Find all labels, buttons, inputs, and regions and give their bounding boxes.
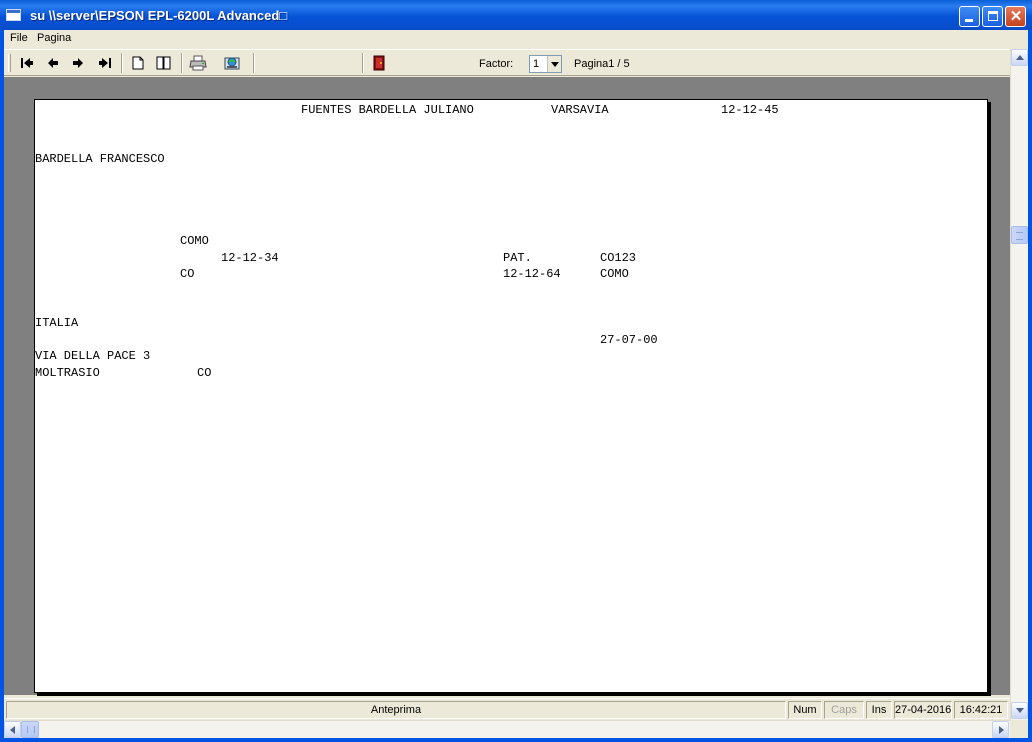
country: ITALIA bbox=[35, 316, 79, 330]
document-page: FUENTES BARDELLA JULIANO VARSAVIA 12-12-… bbox=[34, 99, 988, 693]
first-page-button[interactable] bbox=[16, 53, 38, 73]
factor-value: 1 bbox=[533, 58, 540, 70]
pat-code: CO123 bbox=[600, 251, 637, 265]
status-caps: Caps bbox=[824, 701, 864, 719]
header-city: VARSAVIA bbox=[551, 103, 609, 117]
status-time: 16:42:21 bbox=[954, 701, 1008, 719]
birth-city: COMO bbox=[180, 234, 209, 248]
menu-pagina[interactable]: Pagina bbox=[37, 32, 71, 44]
status-date: 27-04-2016 bbox=[894, 701, 952, 719]
client-area: File Pagina Factor: 1 Pagina1 / 5 FUENTE… bbox=[4, 30, 1028, 738]
previous-page-button[interactable] bbox=[42, 53, 64, 73]
toolbar-separator bbox=[121, 53, 123, 73]
issue-date: 12-12-64 bbox=[503, 267, 561, 281]
window-title: su \\server\EPSON EPL-6200L Advanced□ bbox=[30, 8, 288, 23]
status-mode: Anteprima bbox=[6, 701, 786, 719]
scroll-down-button[interactable] bbox=[1011, 702, 1028, 719]
province: CO bbox=[180, 267, 195, 281]
vertical-scrollbar[interactable] bbox=[1010, 49, 1028, 720]
chevron-down-icon[interactable] bbox=[547, 56, 561, 72]
title-bar[interactable]: su \\server\EPSON EPL-6200L Advanced□ ✕ bbox=[0, 0, 1032, 30]
issue-city: COMO bbox=[600, 267, 629, 281]
two-pages-icon bbox=[156, 56, 171, 70]
factor-dropdown[interactable]: 1 bbox=[529, 55, 562, 73]
menu-bar: File Pagina bbox=[4, 30, 1028, 48]
horizontal-scroll-thumb[interactable] bbox=[21, 721, 39, 738]
menu-file[interactable]: File bbox=[10, 32, 28, 44]
factor-label: Factor: bbox=[479, 58, 514, 70]
first-page-icon bbox=[21, 58, 33, 68]
scroll-right-button[interactable] bbox=[992, 721, 1009, 738]
header-date: 12-12-45 bbox=[721, 103, 779, 117]
father-name: BARDELLA FRANCESCO bbox=[35, 152, 165, 166]
vertical-scroll-thumb[interactable] bbox=[1011, 226, 1028, 244]
birth-date: 12-12-34 bbox=[221, 251, 279, 265]
close-button[interactable]: ✕ bbox=[1005, 6, 1026, 27]
next-page-button[interactable] bbox=[67, 53, 89, 73]
horizontal-scrollbar[interactable] bbox=[4, 720, 1010, 738]
address: VIA DELLA PACE 3 bbox=[35, 349, 151, 363]
two-pages-button[interactable] bbox=[153, 53, 175, 73]
close-icon: ✕ bbox=[1009, 8, 1023, 25]
expiry-date: 27-07-00 bbox=[600, 333, 658, 347]
town-province: CO bbox=[197, 366, 212, 380]
status-ins: Ins bbox=[866, 701, 892, 719]
maximize-icon bbox=[988, 11, 998, 21]
scroll-left-button[interactable] bbox=[4, 721, 21, 738]
maximize-button[interactable] bbox=[982, 6, 1003, 27]
last-page-icon bbox=[99, 58, 111, 68]
header-name: FUENTES BARDELLA JULIANO bbox=[301, 103, 474, 117]
scrollbar-corner bbox=[1010, 720, 1028, 738]
toolbar: Factor: 1 Pagina1 / 5 bbox=[4, 49, 1010, 76]
pat-label: PAT. bbox=[503, 251, 532, 265]
toolbar-separator bbox=[181, 53, 183, 73]
export-button[interactable] bbox=[221, 53, 243, 73]
last-page-button[interactable] bbox=[94, 53, 116, 73]
status-bar: Anteprima Num Caps Ins 27-04-2016 16:42:… bbox=[4, 698, 1010, 720]
exit-button[interactable] bbox=[368, 53, 390, 73]
exit-door-icon bbox=[373, 55, 385, 71]
single-page-icon bbox=[132, 56, 144, 70]
app-window-icon[interactable] bbox=[6, 9, 21, 21]
previous-page-icon bbox=[48, 58, 58, 68]
page-indicator: Pagina1 / 5 bbox=[574, 58, 630, 70]
town: MOLTRASIO bbox=[35, 366, 100, 380]
printer-icon bbox=[189, 55, 207, 71]
print-button[interactable] bbox=[187, 53, 209, 73]
toolbar-grip[interactable] bbox=[8, 54, 11, 72]
toolbar-separator bbox=[253, 53, 255, 73]
scroll-up-button[interactable] bbox=[1011, 49, 1028, 66]
print-preview-window: su \\server\EPSON EPL-6200L Advanced□ ✕ … bbox=[0, 0, 1032, 742]
minimize-icon bbox=[965, 19, 973, 22]
status-num: Num bbox=[788, 701, 822, 719]
export-icon bbox=[224, 57, 240, 70]
single-page-button[interactable] bbox=[127, 53, 149, 73]
minimize-button[interactable] bbox=[959, 6, 980, 27]
next-page-icon bbox=[73, 58, 83, 68]
toolbar-separator bbox=[362, 53, 364, 73]
preview-area[interactable]: FUENTES BARDELLA JULIANO VARSAVIA 12-12-… bbox=[4, 77, 1010, 695]
